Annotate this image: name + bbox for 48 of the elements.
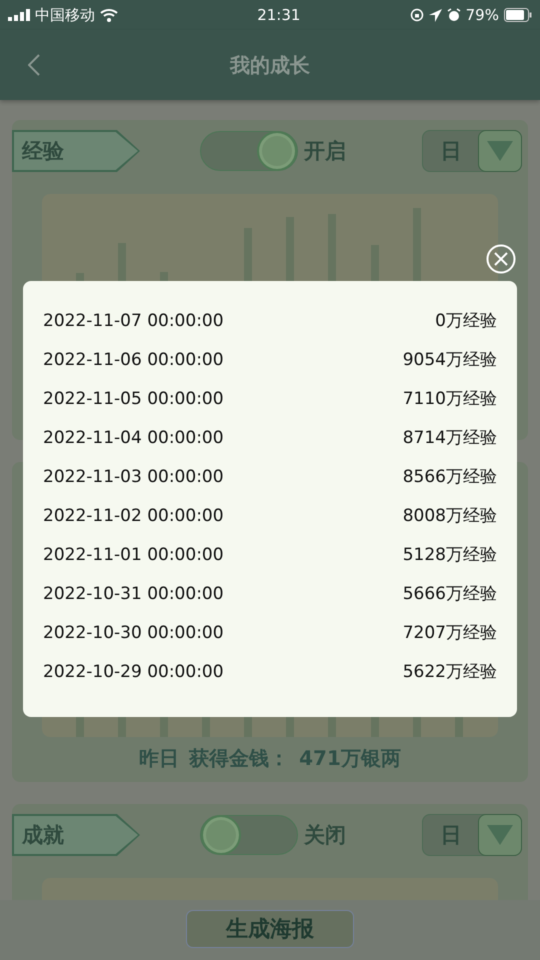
record-date: 2022-11-02 00:00:00 bbox=[43, 506, 224, 526]
wifi-icon bbox=[100, 8, 118, 22]
dropdown-button[interactable] bbox=[478, 130, 522, 172]
section-tag: 经验 bbox=[12, 130, 140, 172]
record-date: 2022-10-30 00:00:00 bbox=[43, 622, 224, 642]
record-date: 2022-11-06 00:00:00 bbox=[43, 350, 224, 370]
toggle-label: 关闭 bbox=[304, 822, 346, 849]
record-value: 8566万经验 bbox=[402, 466, 497, 488]
record-date: 2022-11-04 00:00:00 bbox=[43, 428, 224, 448]
section-tag: 成就 bbox=[12, 814, 140, 856]
back-chevron-icon bbox=[28, 54, 40, 76]
record-value: 0万经验 bbox=[435, 310, 497, 332]
generate-poster-button[interactable]: 生成海报 bbox=[186, 910, 354, 948]
record-value: 5128万经验 bbox=[402, 544, 497, 566]
record-date: 2022-11-05 00:00:00 bbox=[43, 388, 224, 408]
record-value: 5622万经验 bbox=[402, 661, 497, 683]
record-date: 2022-11-07 00:00:00 bbox=[43, 310, 224, 330]
toggle-switch[interactable] bbox=[200, 131, 298, 171]
record-date: 2022-11-03 00:00:00 bbox=[43, 466, 224, 486]
record-value: 8714万经验 bbox=[402, 427, 497, 449]
back-button[interactable] bbox=[28, 54, 40, 76]
close-icon bbox=[486, 244, 516, 274]
page-title: 我的成长 bbox=[230, 52, 310, 78]
caret-icon bbox=[487, 141, 513, 161]
summary-day: 昨日 bbox=[139, 745, 180, 772]
record-value: 8008万经验 bbox=[402, 505, 497, 527]
dropdown-button[interactable] bbox=[478, 814, 522, 856]
rotation-lock-icon bbox=[410, 8, 424, 22]
record-value: 9054万经验 bbox=[402, 349, 497, 371]
carrier-name: 中国移动 bbox=[35, 6, 95, 24]
record-value: 5666万经验 bbox=[402, 583, 497, 605]
record-date: 2022-10-31 00:00:00 bbox=[43, 584, 224, 604]
alarm-icon bbox=[446, 8, 461, 22]
close-button[interactable] bbox=[486, 244, 516, 274]
signal-icon bbox=[8, 9, 30, 21]
battery-icon bbox=[504, 8, 532, 22]
record-value: 7110万经验 bbox=[402, 388, 497, 410]
toggle-label: 开启 bbox=[304, 138, 346, 165]
battery-percent: 79% bbox=[466, 6, 499, 24]
summary-caption: 获得金钱： bbox=[189, 745, 290, 772]
record-value: 7207万经验 bbox=[402, 622, 497, 644]
location-icon bbox=[428, 8, 442, 22]
toggle-switch[interactable] bbox=[200, 815, 298, 855]
clock-time: 21:31 bbox=[257, 6, 300, 24]
summary-amount: 471万银两 bbox=[299, 745, 401, 772]
record-date: 2022-11-01 00:00:00 bbox=[43, 544, 224, 564]
record-date: 2022-10-29 00:00:00 bbox=[43, 662, 224, 682]
caret-icon bbox=[487, 825, 513, 845]
